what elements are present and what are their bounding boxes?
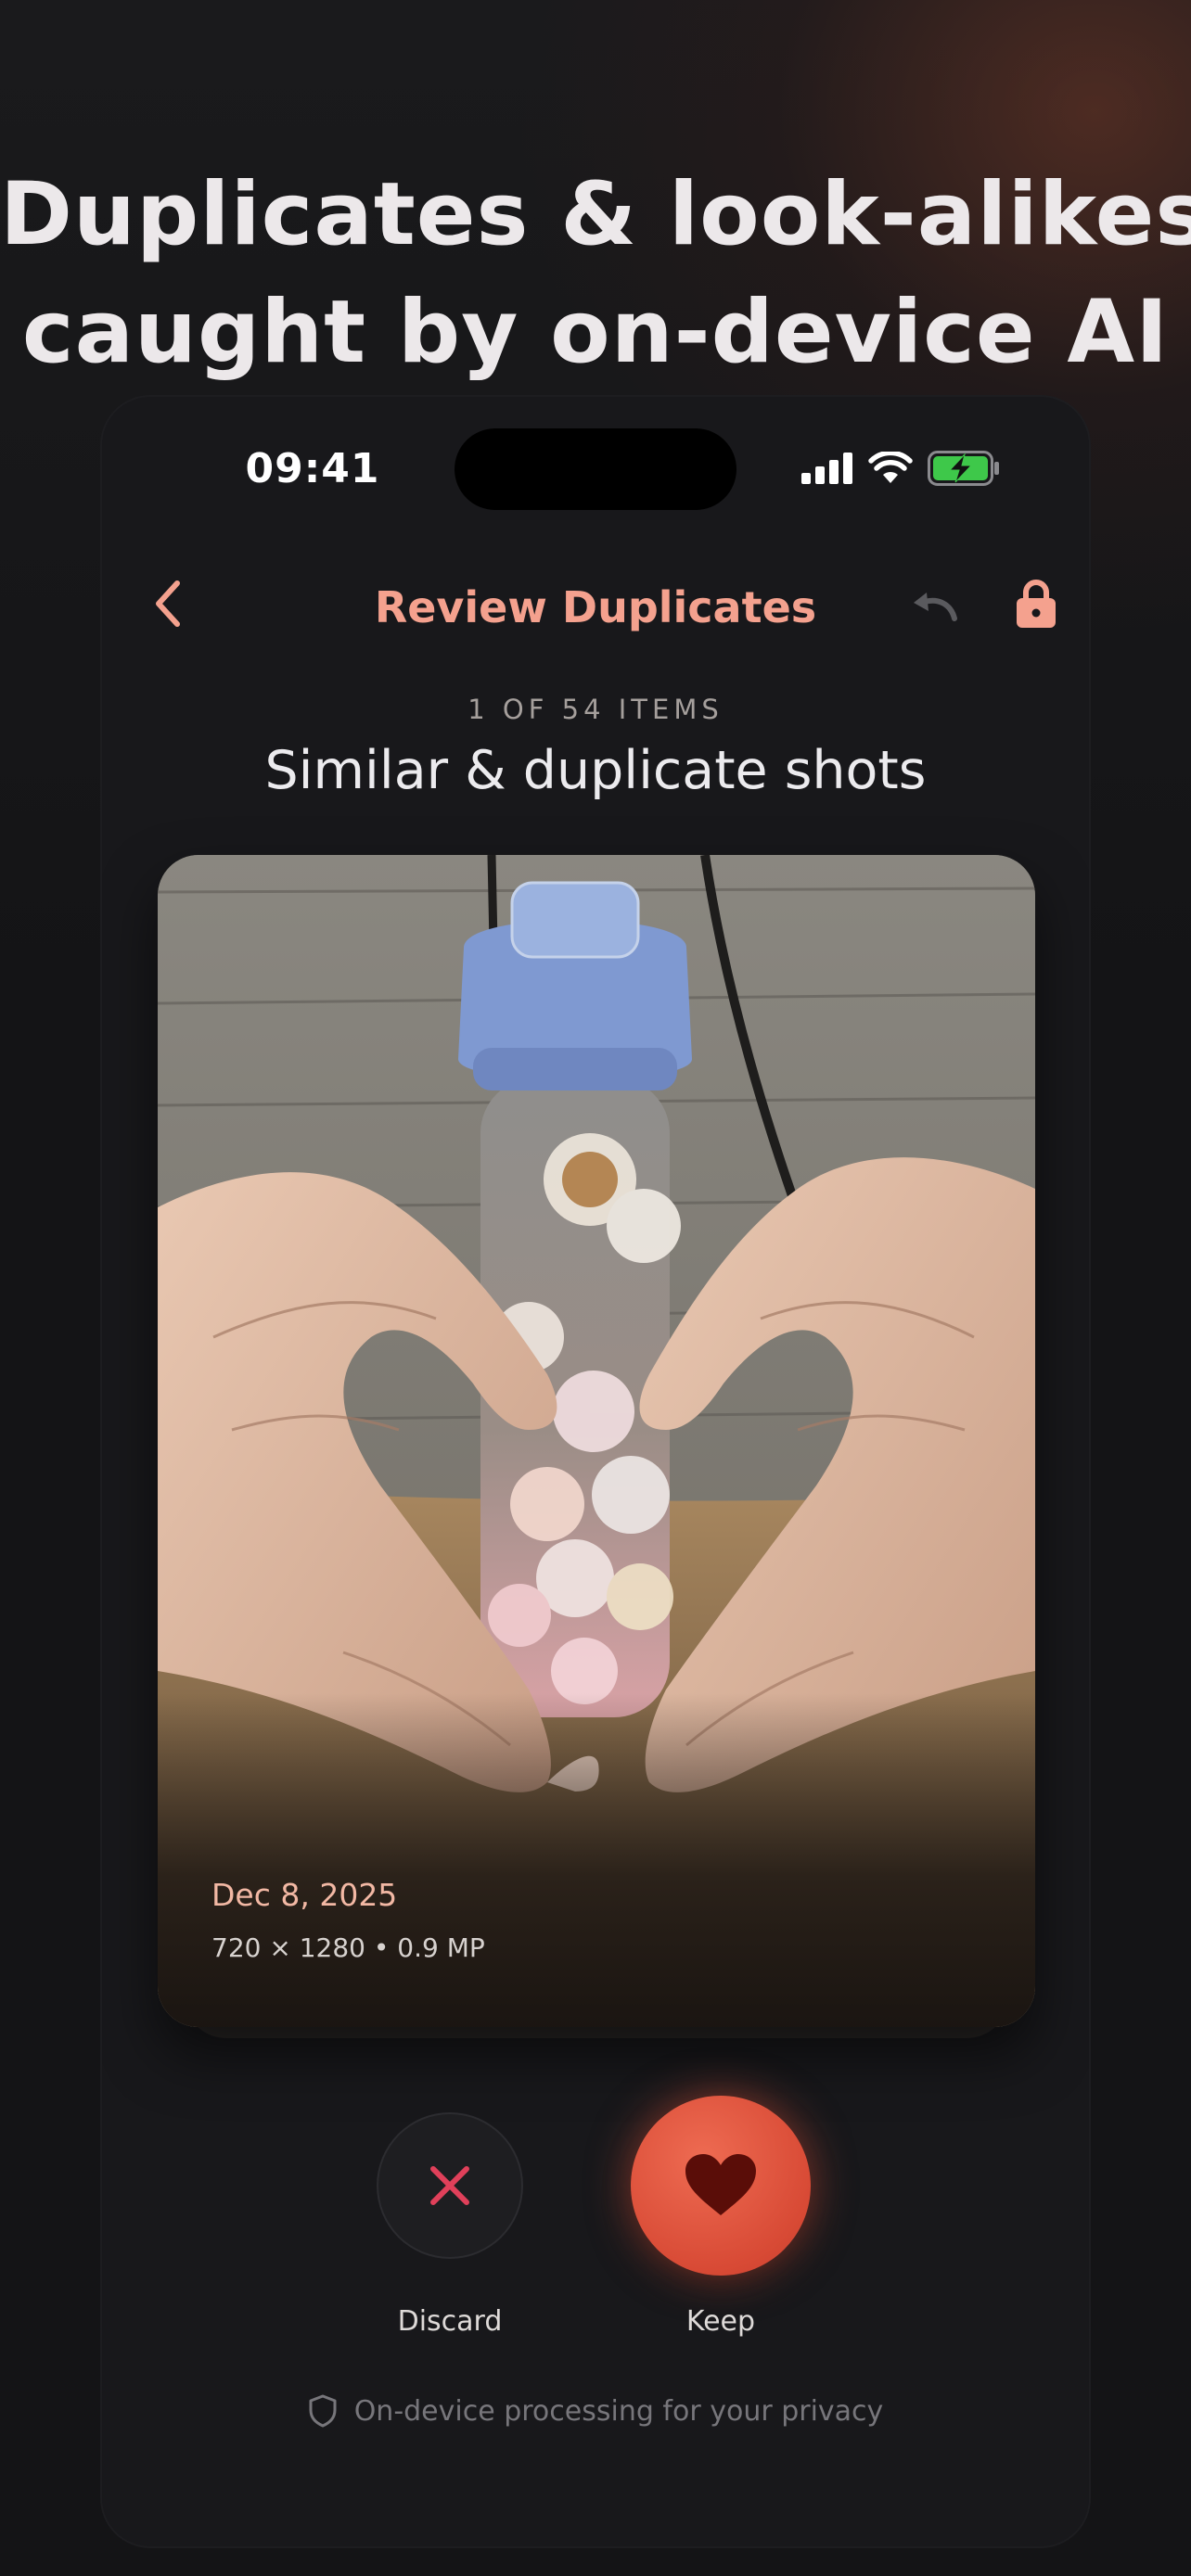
status-time: 09:41 [245, 445, 380, 492]
privacy-note: On-device processing for your privacy [102, 2394, 1089, 2428]
nav-bar: Review Duplicates [102, 553, 1089, 655]
close-icon [430, 2166, 469, 2205]
keep-label: Keep [685, 2305, 756, 2338]
discard-label: Discard [397, 2305, 503, 2338]
photo-metadata: 720 × 1280 • 0.9 MP [211, 1932, 485, 1963]
dynamic-island [455, 428, 736, 510]
wifi-icon [868, 452, 913, 483]
item-counter: 1 OF 54 ITEMS [467, 694, 724, 725]
promo-headline: Duplicates & look-alikes, caught by on-d… [0, 156, 1191, 391]
phone-screen: 09:41 Review Duplicates 1 OF 54 ITEMS Si… [102, 397, 1089, 2546]
discard-button[interactable] [378, 2114, 521, 2257]
battery-charging-icon [928, 451, 999, 486]
undo-button[interactable] [902, 575, 967, 636]
privacy-text: On-device processing for your privacy [353, 2394, 884, 2428]
photo-date: Dec 8, 2025 [211, 1877, 398, 1913]
keep-button[interactable] [631, 2096, 811, 2276]
lock-button[interactable] [1004, 571, 1069, 636]
undo-icon [914, 593, 957, 621]
headline-line-2: caught by on-device AI [21, 282, 1170, 383]
headline-line-1: Duplicates & look-alikes, [0, 164, 1191, 265]
photo-card-stack[interactable]: Dec 8, 2025 720 × 1280 • 0.9 MP [158, 855, 1035, 2038]
heart-icon [685, 2154, 756, 2215]
status-icons [801, 451, 1000, 486]
photo-gradient-overlay [158, 1693, 1035, 2027]
lock-icon [1017, 580, 1056, 628]
cellular-signal-icon [801, 453, 852, 484]
shield-icon [309, 2394, 337, 2428]
review-title: Similar & duplicate shots [264, 740, 927, 801]
photo-card[interactable]: Dec 8, 2025 720 × 1280 • 0.9 MP [158, 855, 1035, 2027]
